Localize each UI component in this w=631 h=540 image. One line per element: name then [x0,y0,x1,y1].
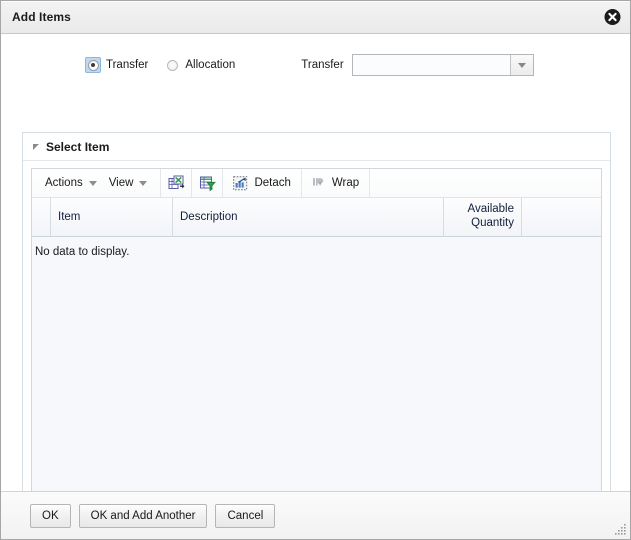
column-header-available-quantity[interactable]: Available Quantity [444,198,522,236]
dialog-titlebar: Add Items [1,1,630,34]
radio-allocation-label: Allocation [185,59,236,71]
transfer-field-group: Transfer [301,54,534,76]
wrap-button-label: Wrap [331,177,360,189]
radio-transfer-control[interactable] [85,57,101,73]
transfer-select-input[interactable] [352,55,510,75]
actions-menu-label: Actions [45,177,83,189]
toolbar-spacer [370,169,601,197]
caret-down-icon [88,180,97,186]
dialog-body: Transfer Allocation Transfer Select Item… [1,34,630,492]
table-empty-message: No data to display. [35,246,130,258]
caret-down-icon [139,180,148,186]
cancel-button[interactable]: Cancel [215,503,276,528]
actions-menu[interactable]: Actions [39,169,103,197]
detach-icon [233,175,248,191]
ok-button[interactable]: OK [30,503,71,528]
column-header-item[interactable]: Item [51,198,173,236]
radio-allocation-dot [166,59,178,71]
transfer-field-label: Transfer [301,59,344,71]
table-toolbar: Actions View Detach Wrap [32,169,601,198]
row-selector-column-header [32,198,51,236]
column-header-description[interactable]: Description [173,198,444,236]
table-body: No data to display. [32,237,601,491]
radio-allocation-control[interactable] [164,57,180,73]
view-menu-label: View [108,177,134,189]
table-header-row: Item Description Available Quantity [32,198,601,237]
dialog-title: Add Items [12,10,71,24]
select-item-panel: Select Item Actions View Detach Wrap Ite… [22,132,611,491]
export-to-excel-icon[interactable] [161,169,193,197]
select-item-panel-title: Select Item [46,139,110,154]
wrap-button[interactable]: Wrap [302,169,371,197]
radio-transfer[interactable]: Transfer [85,57,148,73]
select-item-table-region: Actions View Detach Wrap Item Descriptio… [31,168,602,491]
query-by-example-icon[interactable] [192,169,224,197]
detach-button-label: Detach [254,177,291,189]
dialog-footer: OK OK and Add Another Cancel [1,492,630,539]
radio-allocation[interactable]: Allocation [164,57,235,73]
resize-grip-icon[interactable] [614,523,627,536]
table-menus-group: Actions View [32,169,162,197]
wrap-icon [312,176,326,190]
select-item-panel-header[interactable]: Select Item [23,133,610,161]
type-radio-group: Transfer Allocation [85,57,235,73]
detach-button[interactable]: Detach [223,169,302,197]
radio-transfer-dot [87,59,99,71]
radio-transfer-label: Transfer [106,59,149,71]
chevron-down-icon[interactable] [509,55,533,75]
add-items-dialog: Add Items Transfer Allocation Transfer S… [0,0,631,540]
ok-and-add-another-button[interactable]: OK and Add Another [78,503,208,528]
transfer-select[interactable] [351,54,534,76]
disclosure-expanded-icon[interactable] [33,143,39,150]
type-selection-row: Transfer Allocation Transfer [1,34,630,79]
close-icon[interactable] [604,9,621,26]
view-menu[interactable]: View [103,169,154,197]
column-header-filler [522,198,601,236]
